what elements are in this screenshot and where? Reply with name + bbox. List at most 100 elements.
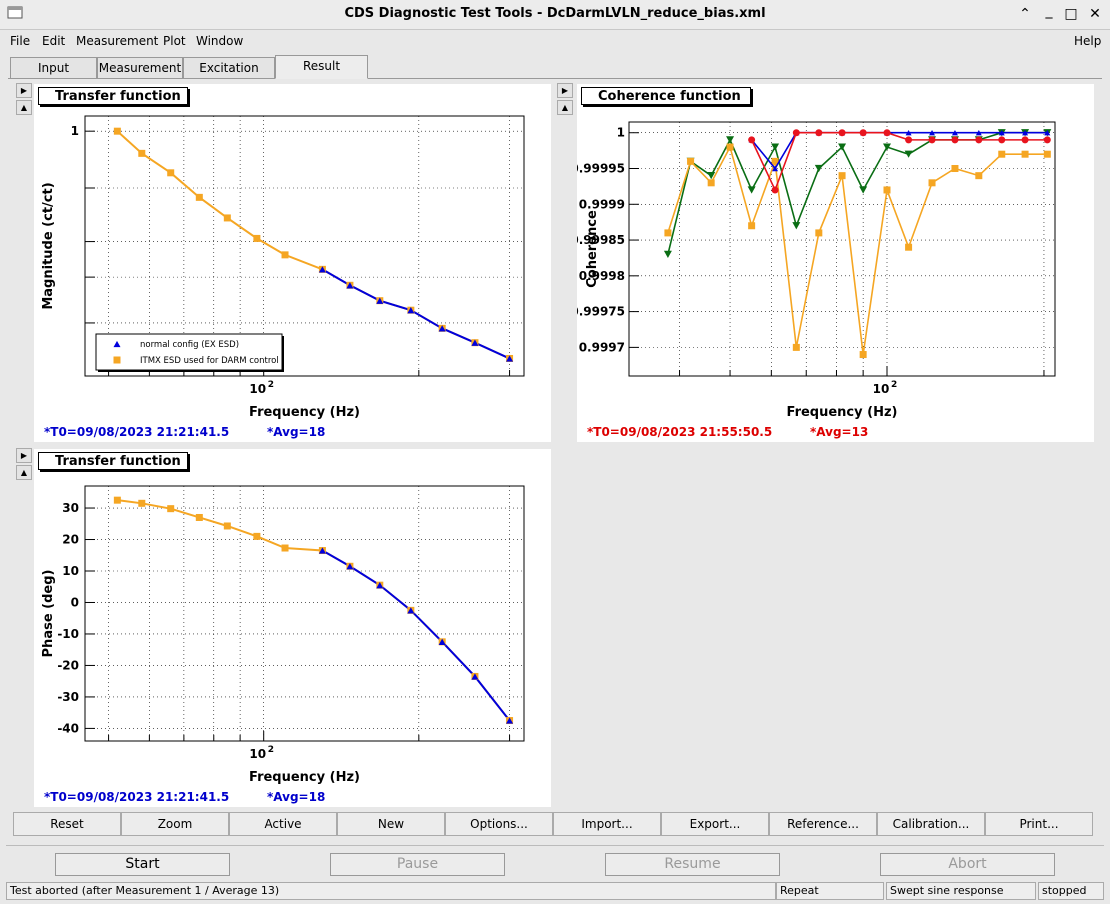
coherence-xtick-label: 10 bbox=[873, 382, 890, 396]
magnitude-xlabel: Frequency (Hz) bbox=[249, 405, 360, 420]
magnitude-point-itmx bbox=[138, 149, 146, 157]
phase-ytick-label: 30 bbox=[62, 501, 79, 515]
coherence-point-orange bbox=[883, 186, 891, 194]
coherence-point-orange bbox=[726, 143, 734, 151]
phase-panel-title: Transfer function bbox=[38, 452, 188, 470]
coherence-point-orange bbox=[1043, 150, 1051, 158]
pad-expand-icon[interactable]: ▶ bbox=[16, 83, 32, 98]
coherence-ytick-label: 0.9999 bbox=[579, 197, 625, 211]
magnitude-avg-stamp: *Avg=18 bbox=[267, 425, 326, 439]
phase-ytick-label: -40 bbox=[57, 721, 79, 735]
print-button[interactable]: Print... bbox=[985, 812, 1093, 836]
phase-point-itmx bbox=[138, 499, 146, 507]
pad-expand-icon[interactable]: ▶ bbox=[557, 83, 573, 98]
coherence-point-red bbox=[951, 136, 959, 144]
coherence-point-orange bbox=[838, 172, 846, 180]
phase-point-itmx bbox=[195, 513, 203, 521]
menu-edit[interactable]: Edit bbox=[42, 34, 65, 48]
coherence-point-red bbox=[975, 136, 983, 144]
export-button[interactable]: Export... bbox=[661, 812, 769, 836]
coherence-ylabel: Coherence bbox=[585, 210, 600, 288]
magnitude-t0-stamp: *T0=09/08/2023 21:21:41.5 bbox=[44, 425, 230, 439]
tab-result[interactable]: Result bbox=[275, 55, 368, 79]
magnitude-plot[interactable]: 1 10 2 Frequency (Hz) Magnitude (ct/ct) norma… bbox=[34, 110, 551, 426]
tab-measurement[interactable]: Measurement bbox=[97, 57, 183, 78]
pad-collapse-icon[interactable]: ▲ bbox=[16, 465, 32, 480]
zoom-button[interactable]: Zoom bbox=[121, 812, 229, 836]
coherence-point-orange bbox=[664, 229, 672, 237]
magnitude-point-itmx bbox=[113, 127, 121, 135]
coherence-point-red bbox=[905, 136, 913, 144]
status-state: stopped bbox=[1038, 882, 1104, 900]
tab-input[interactable]: Input bbox=[10, 57, 97, 78]
coherence-point-orange bbox=[1021, 150, 1029, 158]
phase-xtick-label-exp: 2 bbox=[268, 745, 274, 755]
legend-marker-itmx bbox=[113, 356, 121, 364]
coherence-point-red bbox=[815, 129, 823, 137]
coherence-avg-stamp: *Avg=13 bbox=[810, 425, 869, 439]
phase-ytick-label: 10 bbox=[62, 564, 79, 578]
pad-collapse-icon[interactable]: ▲ bbox=[557, 100, 573, 115]
menu-measurement[interactable]: Measurement bbox=[76, 34, 158, 48]
magnitude-point-itmx bbox=[167, 169, 175, 177]
coherence-ytick-label: 0.99995 bbox=[577, 162, 625, 176]
magnitude-ytick-label: 1 bbox=[71, 124, 79, 138]
menu-window[interactable]: Window bbox=[196, 34, 243, 48]
pause-button[interactable]: Pause bbox=[330, 853, 505, 876]
coherence-panel-title: Coherence function bbox=[581, 87, 751, 105]
phase-plot[interactable]: 3020100-10-20-30-4010 2Frequency (Hz)Phas… bbox=[34, 475, 551, 791]
magnitude-ylabel: Magnitude (ct/ct) bbox=[41, 182, 56, 309]
start-button[interactable]: Start bbox=[55, 853, 230, 876]
tab-excitation[interactable]: Excitation bbox=[183, 57, 275, 78]
menu-help[interactable]: Help bbox=[1074, 34, 1101, 48]
phase-point-itmx bbox=[253, 532, 261, 540]
new-button[interactable]: New bbox=[337, 812, 445, 836]
phase-ytick-label: -20 bbox=[57, 658, 79, 672]
coherence-point-red bbox=[748, 136, 756, 144]
coherence-point-red bbox=[792, 129, 800, 137]
phase-ytick-label: -10 bbox=[57, 627, 79, 641]
magnitude-xtick-label-exp: 2 bbox=[268, 380, 274, 390]
maximize-icon[interactable]: □ bbox=[1062, 6, 1080, 22]
coherence-point-red bbox=[928, 136, 936, 144]
active-button[interactable]: Active bbox=[229, 812, 337, 836]
reference-button[interactable]: Reference... bbox=[769, 812, 877, 836]
magnitude-point-itmx bbox=[195, 193, 203, 201]
resume-button[interactable]: Resume bbox=[605, 853, 780, 876]
phase-point-itmx bbox=[167, 505, 175, 513]
pad-collapse-icon[interactable]: ▲ bbox=[16, 100, 32, 115]
coherence-point-orange bbox=[951, 165, 959, 173]
phase-point-itmx bbox=[223, 522, 231, 530]
chevron-down-icon[interactable]: ⌃ bbox=[1016, 6, 1034, 22]
magnitude-panel-title: Transfer function bbox=[38, 87, 188, 105]
menu-plot[interactable]: Plot bbox=[163, 34, 186, 48]
options-button[interactable]: Options... bbox=[445, 812, 553, 836]
coherence-point-red bbox=[883, 129, 891, 137]
minimize-icon[interactable]: _ bbox=[1040, 3, 1058, 19]
coherence-point-red bbox=[838, 129, 846, 137]
window-title: CDS Diagnostic Test Tools - DcDarmLVLN_r… bbox=[344, 6, 766, 21]
coherence-plot[interactable]: 0.99970.999750.99980.999850.99990.999951… bbox=[577, 110, 1094, 426]
coherence-point-orange bbox=[928, 179, 936, 187]
import-button[interactable]: Import... bbox=[553, 812, 661, 836]
phase-point-itmx bbox=[281, 544, 289, 552]
divider bbox=[6, 845, 1104, 846]
coherence-point-orange bbox=[815, 229, 823, 237]
coherence-point-orange bbox=[748, 222, 756, 230]
calibration-button[interactable]: Calibration... bbox=[877, 812, 985, 836]
menu-file[interactable]: File bbox=[10, 34, 30, 48]
coherence-t0-stamp: *T0=09/08/2023 21:55:50.5 bbox=[587, 425, 773, 439]
close-icon[interactable]: ✕ bbox=[1086, 6, 1104, 22]
phase-ytick-label: -30 bbox=[57, 690, 79, 704]
coherence-point-orange bbox=[975, 172, 983, 180]
coherence-point-orange bbox=[707, 179, 715, 187]
phase-ytick-label: 20 bbox=[62, 533, 79, 547]
abort-button[interactable]: Abort bbox=[880, 853, 1055, 876]
coherence-xlabel: Frequency (Hz) bbox=[787, 405, 898, 420]
reset-button[interactable]: Reset bbox=[13, 812, 121, 836]
magnitude-point-itmx bbox=[253, 234, 261, 242]
status-message: Test aborted (after Measurement 1 / Aver… bbox=[6, 882, 776, 900]
coherence-point-orange bbox=[792, 343, 800, 351]
coherence-point-red bbox=[771, 186, 779, 194]
pad-expand-icon[interactable]: ▶ bbox=[16, 448, 32, 463]
